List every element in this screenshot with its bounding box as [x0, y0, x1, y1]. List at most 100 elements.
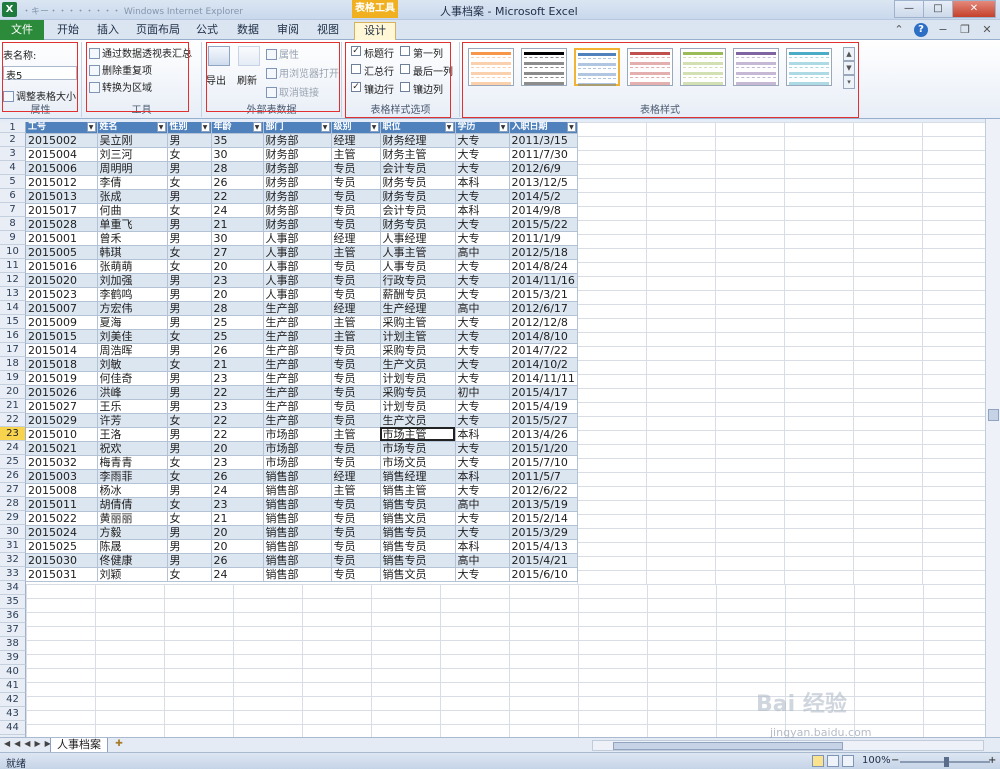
- table-cell[interactable]: 生产部: [263, 343, 332, 358]
- table-cell[interactable]: 男: [167, 427, 212, 442]
- table-cell[interactable]: 2015021: [26, 441, 98, 456]
- table-cell[interactable]: 男: [167, 385, 212, 400]
- table-cell[interactable]: 人事经理: [380, 231, 456, 246]
- table-cell[interactable]: 大专: [455, 399, 510, 414]
- row-header[interactable]: 29: [0, 511, 26, 525]
- table-cell[interactable]: 2015001: [26, 231, 98, 246]
- row-header[interactable]: 4: [0, 161, 26, 175]
- row-header[interactable]: 13: [0, 287, 26, 301]
- table-cell[interactable]: 2015/4/17: [509, 385, 578, 400]
- table-cell[interactable]: 何曲: [97, 203, 168, 218]
- table-cell[interactable]: 销售主管: [380, 483, 456, 498]
- table-cell[interactable]: 女: [167, 175, 212, 190]
- table-cell[interactable]: 2015/4/19: [509, 399, 578, 414]
- column-header[interactable]: 姓名 ▼: [97, 122, 168, 134]
- table-cell[interactable]: 销售部: [263, 525, 332, 540]
- table-cell[interactable]: 销售部: [263, 483, 332, 498]
- table-cell[interactable]: 大专: [455, 525, 510, 540]
- filter-dropdown-icon[interactable]: ▼: [566, 122, 576, 132]
- table-cell[interactable]: 23: [211, 399, 264, 414]
- table-cell[interactable]: 2015032: [26, 455, 98, 470]
- table-cell[interactable]: 女: [167, 245, 212, 260]
- column-header[interactable]: 部门 ▼: [263, 122, 332, 134]
- table-cell[interactable]: 人事部: [263, 273, 332, 288]
- table-cell[interactable]: 销售部: [263, 553, 332, 568]
- table-cell[interactable]: 男: [167, 483, 212, 498]
- row-header[interactable]: 16: [0, 329, 26, 343]
- table-cell[interactable]: 2015010: [26, 427, 98, 442]
- row-header[interactable]: 6: [0, 189, 26, 203]
- table-cell[interactable]: 周明明: [97, 161, 168, 176]
- page-layout-view-icon[interactable]: [827, 755, 839, 767]
- table-cell[interactable]: 26: [211, 343, 264, 358]
- table-cell[interactable]: 大专: [455, 343, 510, 358]
- table-cell[interactable]: 女: [167, 455, 212, 470]
- table-cell[interactable]: 专员: [331, 273, 381, 288]
- table-cell[interactable]: 销售专员: [380, 497, 456, 512]
- table-cell[interactable]: 2012/12/8: [509, 315, 578, 330]
- table-cell[interactable]: 生产文员: [380, 413, 456, 428]
- table-cell[interactable]: 2014/9/8: [509, 203, 578, 218]
- tab-insert[interactable]: 插入: [92, 22, 124, 40]
- zoom-out-icon[interactable]: −: [891, 755, 899, 766]
- column-header[interactable]: 年龄 ▼: [211, 122, 264, 134]
- table-cell[interactable]: 男: [167, 343, 212, 358]
- table-cell[interactable]: 22: [211, 427, 264, 442]
- table-cell[interactable]: 24: [211, 203, 264, 218]
- table-cell[interactable]: 李雨菲: [97, 469, 168, 484]
- table-cell[interactable]: 大专: [455, 161, 510, 176]
- table-cell[interactable]: 2015/5/27: [509, 413, 578, 428]
- table-cell[interactable]: 2015/5/22: [509, 217, 578, 232]
- table-cell[interactable]: 2015004: [26, 147, 98, 162]
- table-cell[interactable]: 2014/7/22: [509, 343, 578, 358]
- table-cell[interactable]: 会计专员: [380, 161, 456, 176]
- table-cell[interactable]: 大专: [455, 147, 510, 162]
- table-cell[interactable]: 市场主管: [380, 427, 456, 442]
- table-cell[interactable]: 大专: [455, 189, 510, 204]
- table-cell[interactable]: 销售部: [263, 469, 332, 484]
- row-header[interactable]: 37: [0, 623, 26, 637]
- table-cell[interactable]: 女: [167, 203, 212, 218]
- table-cell[interactable]: 2014/5/2: [509, 189, 578, 204]
- table-cell[interactable]: 女: [167, 259, 212, 274]
- table-cell[interactable]: 2014/8/24: [509, 259, 578, 274]
- column-header[interactable]: 级别 ▼: [331, 122, 381, 134]
- table-cell[interactable]: 2014/10/2: [509, 357, 578, 372]
- row-header[interactable]: 26: [0, 469, 26, 483]
- table-cell[interactable]: 计划专员: [380, 371, 456, 386]
- table-cell[interactable]: 女: [167, 511, 212, 526]
- table-cell[interactable]: 专员: [331, 189, 381, 204]
- table-cell[interactable]: 2015008: [26, 483, 98, 498]
- table-cell[interactable]: 2015015: [26, 329, 98, 344]
- table-cell[interactable]: 主管: [331, 427, 381, 442]
- table-cell[interactable]: 2015027: [26, 399, 98, 414]
- table-cell[interactable]: 2013/4/26: [509, 427, 578, 442]
- table-cell[interactable]: 女: [167, 469, 212, 484]
- table-cell[interactable]: 28: [211, 161, 264, 176]
- table-cell[interactable]: 大专: [455, 483, 510, 498]
- table-cell[interactable]: 2015019: [26, 371, 98, 386]
- table-cell[interactable]: 陈晟: [97, 539, 168, 554]
- table-cell[interactable]: 2015003: [26, 469, 98, 484]
- table-cell[interactable]: 24: [211, 483, 264, 498]
- table-cell[interactable]: 生产部: [263, 385, 332, 400]
- table-cell[interactable]: 23: [211, 455, 264, 470]
- table-cell[interactable]: 市场部: [263, 427, 332, 442]
- table-cell[interactable]: 洪峰: [97, 385, 168, 400]
- table-cell[interactable]: 专员: [331, 343, 381, 358]
- table-cell[interactable]: 2015/7/10: [509, 455, 578, 470]
- table-cell[interactable]: 大专: [455, 231, 510, 246]
- table-cell[interactable]: 男: [167, 399, 212, 414]
- table-cell[interactable]: 专员: [331, 553, 381, 568]
- table-cell[interactable]: 方毅: [97, 525, 168, 540]
- row-header[interactable]: 32: [0, 553, 26, 567]
- table-cell[interactable]: 2014/11/11: [509, 371, 578, 386]
- table-cell[interactable]: 大专: [455, 511, 510, 526]
- table-cell[interactable]: 高中: [455, 497, 510, 512]
- doc-close-icon[interactable]: ✕: [980, 23, 994, 37]
- column-header[interactable]: 性别 ▼: [167, 122, 212, 134]
- table-cell[interactable]: 财务专员: [380, 175, 456, 190]
- table-cell[interactable]: 大专: [455, 329, 510, 344]
- table-cell[interactable]: 21: [211, 511, 264, 526]
- table-cell[interactable]: 财务部: [263, 147, 332, 162]
